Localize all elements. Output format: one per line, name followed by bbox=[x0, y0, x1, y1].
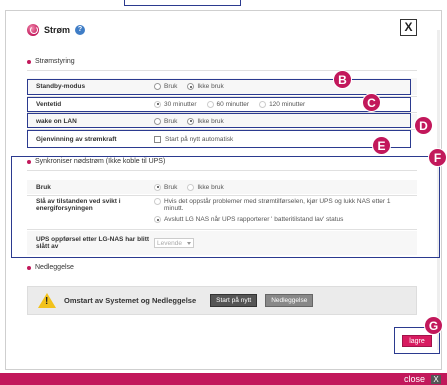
bullet-icon bbox=[27, 59, 31, 64]
highlight-box-e bbox=[27, 130, 411, 148]
section-heading-shutdown: Nedleggelse bbox=[27, 264, 74, 271]
shutdown-panel: Omstart av Systemet og Nedleggelse Start… bbox=[27, 286, 417, 315]
annotation-badge-e: E bbox=[372, 136, 391, 155]
annotation-badge-c: C bbox=[362, 93, 381, 112]
annotation-badge-d: D bbox=[414, 116, 433, 135]
close-icon[interactable]: X bbox=[431, 375, 441, 384]
annotation-badge-g: G bbox=[424, 316, 443, 335]
bottom-bar bbox=[0, 373, 447, 385]
dialog-title: Strøm bbox=[44, 25, 71, 35]
shutdown-button[interactable]: Nedleggelse bbox=[265, 294, 314, 307]
section-title: Nedleggelse bbox=[35, 264, 74, 271]
dialog-header: Strøm ? bbox=[27, 24, 86, 36]
restart-button[interactable]: Start på nytt bbox=[210, 294, 258, 307]
annotation-badge-b: B bbox=[333, 70, 352, 89]
screen: Strøm ? X Strømstyring Standby-modus Bru… bbox=[0, 0, 447, 385]
annotation-badge-f: F bbox=[428, 148, 447, 167]
help-icon[interactable]: ? bbox=[75, 25, 86, 35]
highlight-box-d bbox=[27, 113, 411, 128]
divider bbox=[27, 70, 417, 71]
top-tab-highlight bbox=[124, 0, 241, 6]
highlight-box-c bbox=[27, 97, 411, 112]
highlight-box-f bbox=[11, 156, 440, 258]
warning-icon bbox=[38, 293, 56, 308]
section-heading-power: Strømstyring bbox=[27, 58, 75, 65]
bullet-icon bbox=[27, 265, 31, 270]
bottom-close-link[interactable]: close bbox=[404, 374, 425, 384]
power-icon bbox=[27, 24, 39, 36]
section-title: Strømstyring bbox=[35, 58, 75, 65]
close-button[interactable]: X bbox=[400, 19, 417, 36]
highlight-box-b bbox=[27, 79, 411, 95]
shutdown-text: Omstart av Systemet og Nedleggelse bbox=[64, 296, 197, 305]
